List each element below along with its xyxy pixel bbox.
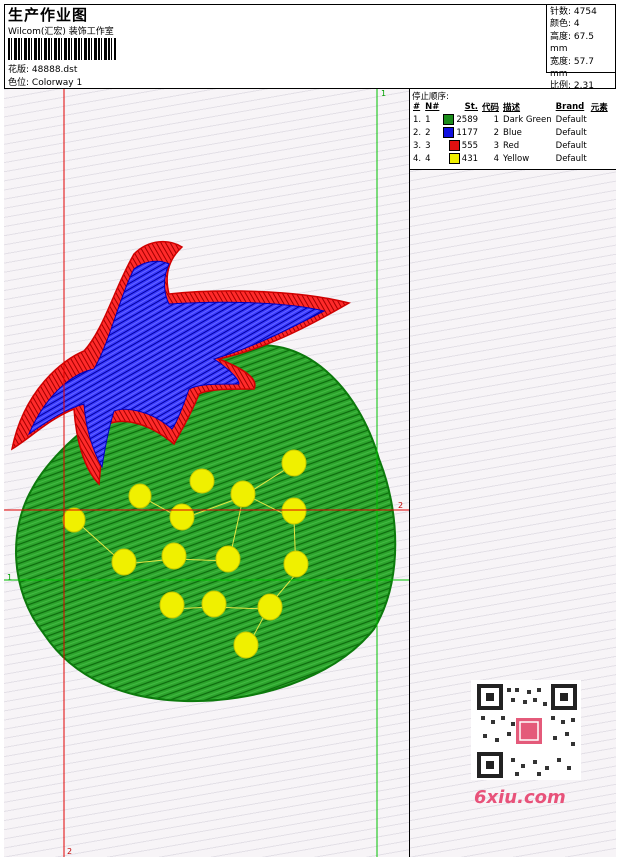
color-swatch xyxy=(443,127,455,138)
stitch-count: 1177 xyxy=(441,126,480,139)
color-code: 1 xyxy=(493,114,500,125)
stitches-row: 针数: 4754 xyxy=(550,6,613,18)
design-label: 花版: xyxy=(8,65,30,75)
width-label: 宽度: xyxy=(550,56,572,67)
company-name: Wilcom(汇宏) 装饰工作室 xyxy=(8,27,114,37)
col-needle: N# xyxy=(425,101,440,112)
stitch-count-text: 431 xyxy=(461,154,479,164)
col-code: 代码 xyxy=(482,102,500,113)
stop-row: 1. 1 2589 1 Dark Green Default xyxy=(411,113,610,126)
needle-number: 3 xyxy=(425,140,431,151)
seed xyxy=(233,631,259,659)
strawberry-embroidery xyxy=(4,89,409,857)
seed xyxy=(281,449,307,477)
stop-row: 2. 2 1177 2 Blue Default xyxy=(411,126,610,139)
seed xyxy=(62,507,86,533)
seed xyxy=(159,591,185,619)
watermark-logo: 6xiu.com xyxy=(474,787,566,808)
col-element: 元素 xyxy=(590,102,608,113)
qr-code-graphic xyxy=(477,684,577,778)
stop-number: 2. xyxy=(413,127,422,138)
seed xyxy=(230,480,256,508)
color-code: 3 xyxy=(493,140,500,151)
height-label: 高度: xyxy=(550,31,572,42)
red-v-guide-label: 2 xyxy=(67,847,73,856)
col-number: # xyxy=(413,101,421,112)
color-code: 2 xyxy=(493,127,500,138)
needle-number: 1 xyxy=(425,114,431,125)
seed xyxy=(161,542,187,570)
colorway-row: 色位: Colorway 1 xyxy=(8,75,82,88)
element xyxy=(589,113,610,126)
seed xyxy=(257,593,283,621)
stitch-count: 431 xyxy=(441,152,480,165)
stitches-label: 针数: xyxy=(550,7,572,17)
color-code: 4 xyxy=(493,153,500,164)
seed xyxy=(283,550,309,578)
stitch-count-text: 2589 xyxy=(456,115,479,125)
stop-table-header: # N# St. 代码 描述 Brand 元素 xyxy=(411,100,610,113)
green-h-guide-label: 1 xyxy=(7,573,13,582)
design-name-row: 花版: 48888.dst xyxy=(8,62,77,75)
needle-number: 2 xyxy=(425,127,431,138)
colorway-label: 色位: xyxy=(8,78,30,88)
stop-row: 4. 4 431 4 Yellow Default xyxy=(411,152,610,165)
stitch-count: 555 xyxy=(441,139,480,152)
thread-brand: Default xyxy=(555,127,587,138)
color-swatch xyxy=(448,153,460,164)
qr-code xyxy=(471,680,581,780)
stop-number: 4. xyxy=(413,153,422,164)
colorway-value: Colorway 1 xyxy=(31,78,83,88)
stitch-count-text: 555 xyxy=(461,141,479,151)
stitch-count: 2589 xyxy=(441,113,480,126)
barcode xyxy=(8,38,116,60)
stop-number: 1. xyxy=(413,114,422,125)
seed xyxy=(201,590,227,618)
thread-brand: Default xyxy=(555,153,587,164)
col-description: 描述 xyxy=(503,102,521,113)
colors-row: 颜色: 4 xyxy=(550,18,613,30)
color-description: Blue xyxy=(503,127,522,138)
stats-box: 针数: 4754 颜色: 4 高度: 67.5 mm 宽度: 57.7 mm 比… xyxy=(546,4,616,91)
page-title: 生产作业图 xyxy=(8,6,89,24)
stop-sequence-box: 停止顺序: # N# St. 代码 描述 Brand 元素 1. 1 2589 1 Da… xyxy=(410,89,616,170)
element xyxy=(589,126,610,139)
stop-sequence-table: # N# St. 代码 描述 Brand 元素 1. 1 2589 1 Dark Gre… xyxy=(411,100,610,165)
design-preview[interactable]: 1 1 2 2 xyxy=(4,89,409,857)
color-swatch xyxy=(443,114,455,125)
col-stitches: St. xyxy=(464,101,479,112)
red-h-guide-label: 2 xyxy=(398,501,404,510)
seed xyxy=(111,548,137,576)
header: 生产作业图 Wilcom(汇宏) 装饰工作室 花版: 48888.dst 色位:… xyxy=(4,4,616,91)
col-brand: Brand xyxy=(555,101,585,112)
thread-brand: Default xyxy=(555,114,587,125)
stop-row: 3. 3 555 3 Red Default xyxy=(411,139,610,152)
color-description: Red xyxy=(503,140,520,151)
thread-brand: Default xyxy=(555,140,587,151)
width-row: 宽度: 57.7 mm xyxy=(550,56,613,81)
height-row: 高度: 67.5 mm xyxy=(550,31,613,56)
seed xyxy=(281,497,307,525)
colors-value: 4 xyxy=(573,19,580,30)
color-swatch xyxy=(448,140,460,151)
stitch-count-text: 1177 xyxy=(456,128,479,138)
seed xyxy=(128,483,152,509)
design-value: 48888.dst xyxy=(31,65,78,75)
seed xyxy=(215,545,241,573)
element xyxy=(589,139,610,152)
needle-number: 4 xyxy=(425,153,431,164)
seed xyxy=(189,468,215,494)
seed xyxy=(169,503,195,531)
color-description: Yellow xyxy=(503,153,530,164)
element xyxy=(589,152,610,165)
color-description: Dark Green xyxy=(503,114,552,125)
green-v-guide-label: 1 xyxy=(381,89,387,98)
stop-number: 3. xyxy=(413,140,422,151)
colors-label: 颜色: xyxy=(550,19,572,30)
stitches-value: 4754 xyxy=(573,7,597,17)
